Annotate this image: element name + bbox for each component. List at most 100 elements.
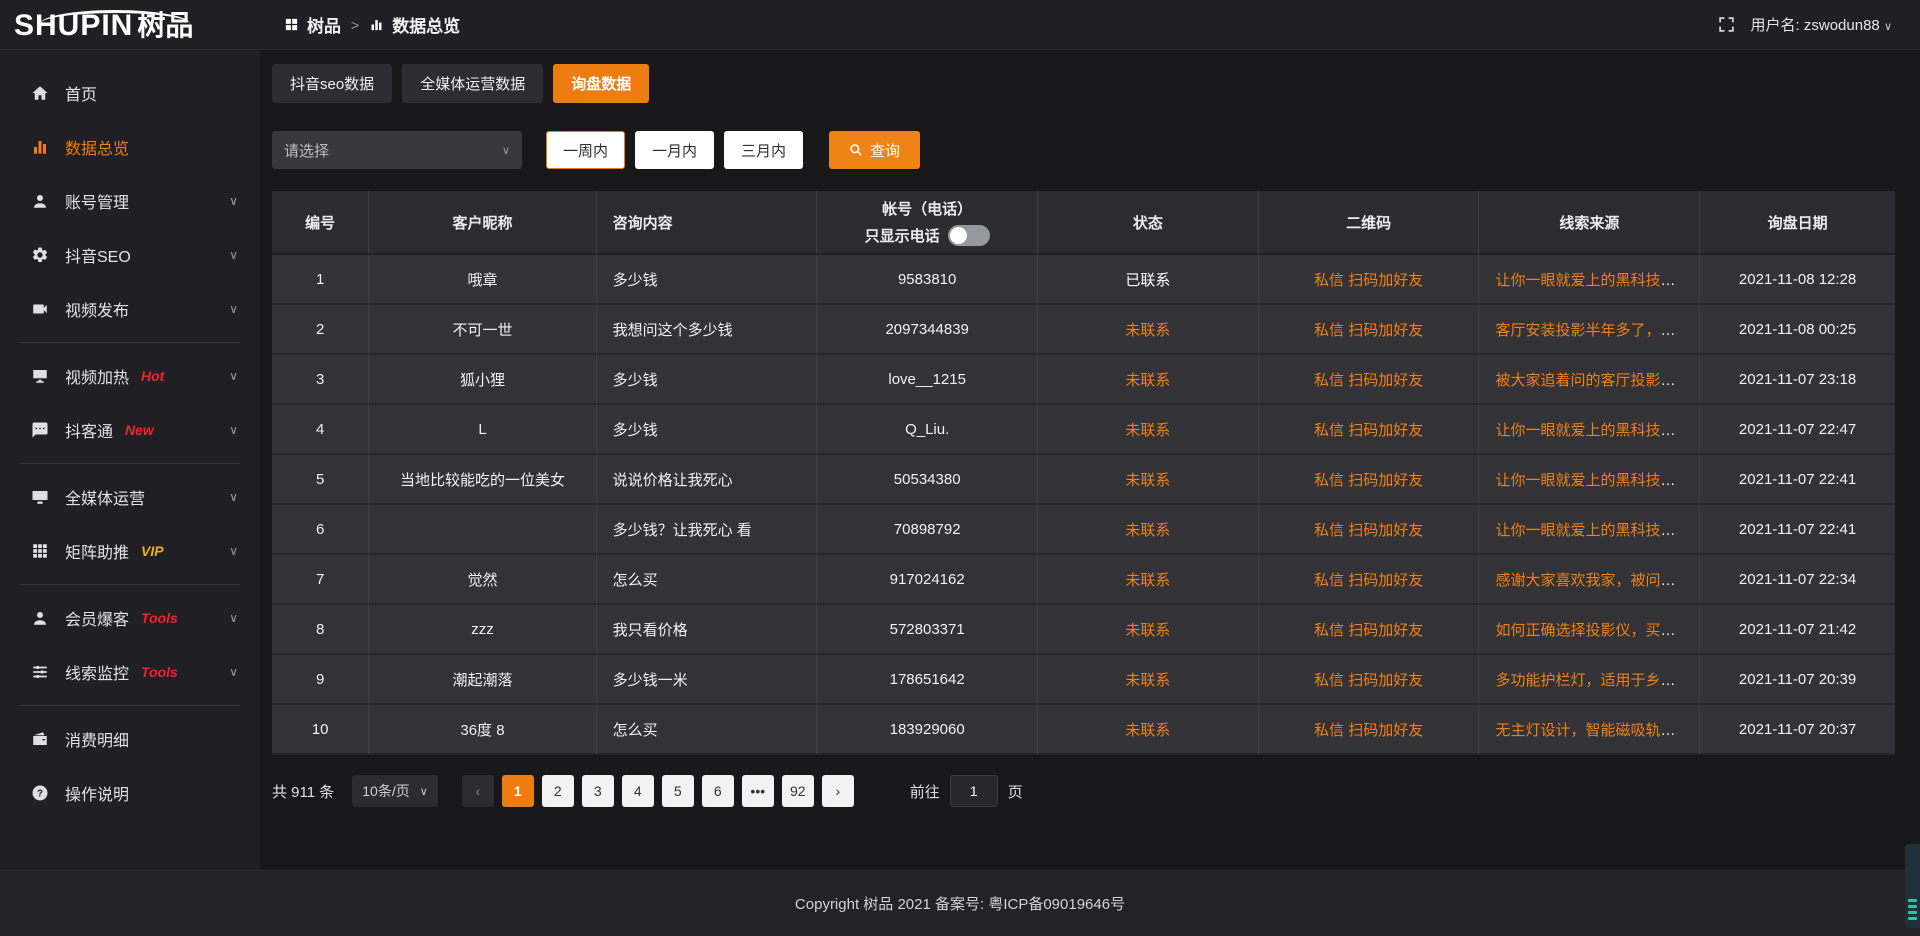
tab-douyin-seo-data[interactable]: 抖音seo数据 bbox=[272, 64, 392, 103]
page-button[interactable]: 5 bbox=[662, 775, 694, 807]
account-value: 183929060 bbox=[890, 721, 965, 738]
page-button[interactable]: ••• bbox=[742, 775, 774, 807]
page-button[interactable]: 92 bbox=[782, 775, 814, 807]
scan-add-friend-link[interactable]: 扫码加好友 bbox=[1348, 422, 1423, 439]
sidebar-item-video-heat[interactable]: 视频加热 Hot ∨ bbox=[0, 349, 260, 403]
chevron-down-icon: ∨ bbox=[229, 423, 238, 437]
search-button[interactable]: 查询 bbox=[829, 131, 920, 169]
range-button-quarter[interactable]: 三月内 bbox=[724, 131, 803, 169]
private-message-link[interactable]: 私信 bbox=[1314, 272, 1344, 289]
account-value: 178651642 bbox=[890, 671, 965, 688]
phone-only-toggle[interactable] bbox=[948, 225, 990, 246]
scan-add-friend-link[interactable]: 扫码加好友 bbox=[1348, 272, 1423, 289]
cell-id: 9 bbox=[272, 655, 369, 705]
scan-add-friend-link[interactable]: 扫码加好友 bbox=[1348, 522, 1423, 539]
floating-contact-widget[interactable] bbox=[1905, 844, 1920, 928]
customer-nickname: 当地比较能吃的一位美女 bbox=[400, 472, 565, 489]
row-id: 8 bbox=[316, 621, 324, 638]
sidebar-item-label: 消费明细 bbox=[65, 727, 129, 751]
username-label: 用户名: bbox=[1751, 17, 1800, 34]
breadcrumb-root[interactable]: 树品 bbox=[307, 12, 341, 37]
lead-source-link[interactable]: 多功能护栏灯，适用于乡村文... bbox=[1495, 672, 1700, 689]
lead-source-link[interactable]: 如何正确选择投影仪，买投影... bbox=[1495, 622, 1700, 639]
sidebar-item-instructions[interactable]: ? 操作说明 bbox=[0, 766, 260, 820]
sidebar-item-media-operation[interactable]: 全媒体运营 ∨ bbox=[0, 470, 260, 524]
lead-source-link[interactable]: 客厅安装投影半年多了，真实... bbox=[1495, 322, 1700, 339]
page-button[interactable]: 1 bbox=[502, 775, 534, 807]
sidebar-divider bbox=[20, 584, 240, 585]
lead-source-link[interactable]: 让你一眼就爱上的黑科技，能... bbox=[1495, 522, 1700, 539]
scan-add-friend-link[interactable]: 扫码加好友 bbox=[1348, 672, 1423, 689]
sidebar-item-label: 视频发布 bbox=[65, 297, 129, 321]
sidebar: 首页 数据总览 账号管理 ∨ 抖音SEO ∨ 视频发布 ∨ bbox=[0, 50, 260, 870]
sidebar-item-home[interactable]: 首页 bbox=[0, 66, 260, 120]
private-message-link[interactable]: 私信 bbox=[1314, 422, 1344, 439]
tab-inquiry-data[interactable]: 询盘数据 bbox=[553, 64, 649, 103]
cell-date: 2021-11-07 23:18 bbox=[1700, 355, 1895, 405]
row-id: 3 bbox=[316, 371, 324, 388]
page-button[interactable]: 2 bbox=[542, 775, 574, 807]
sidebar-item-doukertong[interactable]: 抖客通 New ∨ bbox=[0, 403, 260, 457]
sidebar-item-data-overview[interactable]: 数据总览 bbox=[0, 120, 260, 174]
customer-nickname: 哦章 bbox=[467, 272, 497, 289]
sidebar-item-member-burst[interactable]: 会员爆客 Tools ∨ bbox=[0, 591, 260, 645]
username-display[interactable]: 用户名: zswodun88 ∨ bbox=[1751, 14, 1892, 35]
header-status: 状态 bbox=[1038, 191, 1259, 255]
scan-add-friend-link[interactable]: 扫码加好友 bbox=[1348, 622, 1423, 639]
cell-date: 2021-11-07 20:39 bbox=[1700, 655, 1895, 705]
sidebar-item-spending-detail[interactable]: 消费明细 bbox=[0, 712, 260, 766]
private-message-link[interactable]: 私信 bbox=[1314, 522, 1344, 539]
sidebar-item-lead-monitor[interactable]: 线索监控 Tools ∨ bbox=[0, 645, 260, 699]
sidebar-item-video-publish[interactable]: 视频发布 ∨ bbox=[0, 282, 260, 336]
private-message-link[interactable]: 私信 bbox=[1314, 722, 1344, 739]
sidebar-item-account[interactable]: 账号管理 ∨ bbox=[0, 174, 260, 228]
cell-qrcode: 私信 扫码加好友 bbox=[1259, 555, 1480, 605]
private-message-link[interactable]: 私信 bbox=[1314, 372, 1344, 389]
private-message-link[interactable]: 私信 bbox=[1314, 322, 1344, 339]
page-button[interactable]: 4 bbox=[622, 775, 654, 807]
table-row: 3 狐小狸 多少钱 love__1215 未联系 私信 扫码加好友 被大家追着问… bbox=[272, 355, 1895, 405]
fullscreen-icon[interactable] bbox=[1718, 16, 1735, 33]
cell-source: 让你一眼就爱上的黑科技，能... bbox=[1479, 455, 1700, 505]
cell-nickname: 狐小狸 bbox=[369, 355, 596, 405]
table-row: 9 潮起潮落 多少钱一米 178651642 未联系 私信 扫码加好友 多功能护… bbox=[272, 655, 1895, 705]
scan-add-friend-link[interactable]: 扫码加好友 bbox=[1348, 722, 1423, 739]
main-content: 抖音seo数据 全媒体运营数据 询盘数据 请选择 ∨ 一周内 一月内 三月内 查… bbox=[260, 50, 1920, 870]
scan-add-friend-link[interactable]: 扫码加好友 bbox=[1348, 472, 1423, 489]
sidebar-item-matrix-boost[interactable]: 矩阵助推 VIP ∨ bbox=[0, 524, 260, 578]
scan-add-friend-link[interactable]: 扫码加好友 bbox=[1348, 572, 1423, 589]
top-bar: SHUPIN 树品 树品 > 数据总览 用户名: zswodun88 ∨ bbox=[0, 0, 1920, 50]
lead-source-link[interactable]: 感谢大家喜欢我家，被问了好... bbox=[1495, 572, 1700, 589]
private-message-link[interactable]: 私信 bbox=[1314, 572, 1344, 589]
page-button[interactable]: 6 bbox=[702, 775, 734, 807]
account-select[interactable]: 请选择 ∨ bbox=[272, 131, 522, 169]
cell-nickname: 不可一世 bbox=[369, 305, 596, 355]
range-button-week[interactable]: 一周内 bbox=[546, 131, 625, 169]
footer: Copyright 树品 2021 备案号: 粤ICP备09019646号 bbox=[0, 870, 1920, 936]
lead-source-link[interactable]: 让你一眼就爱上的黑科技，能... bbox=[1495, 422, 1700, 439]
sidebar-divider bbox=[20, 342, 240, 343]
scan-add-friend-link[interactable]: 扫码加好友 bbox=[1348, 322, 1423, 339]
cell-source: 让你一眼就爱上的黑科技，能... bbox=[1479, 405, 1700, 455]
private-message-link[interactable]: 私信 bbox=[1314, 672, 1344, 689]
tab-media-operation-data[interactable]: 全媒体运营数据 bbox=[402, 64, 543, 103]
lead-source-link[interactable]: 无主灯设计，智能磁吸轨道灯... bbox=[1495, 722, 1700, 739]
private-message-link[interactable]: 私信 bbox=[1314, 622, 1344, 639]
private-message-link[interactable]: 私信 bbox=[1314, 472, 1344, 489]
cell-status: 未联系 bbox=[1038, 705, 1259, 755]
middle-region: 首页 数据总览 账号管理 ∨ 抖音SEO ∨ 视频发布 ∨ bbox=[0, 50, 1920, 870]
page-button[interactable]: 3 bbox=[582, 775, 614, 807]
lead-source-link[interactable]: 被大家追着问的客厅投影分享... bbox=[1495, 372, 1700, 389]
range-button-month[interactable]: 一月内 bbox=[635, 131, 714, 169]
lead-source-link[interactable]: 让你一眼就爱上的黑科技，能... bbox=[1495, 272, 1700, 289]
prev-page-button[interactable]: ‹ bbox=[462, 775, 494, 807]
chevron-down-icon: ∨ bbox=[229, 369, 238, 383]
customer-nickname: zzz bbox=[471, 621, 494, 638]
chevron-down-icon: ∨ bbox=[229, 248, 238, 262]
goto-page-input[interactable] bbox=[950, 775, 998, 807]
sidebar-item-douyin-seo[interactable]: 抖音SEO ∨ bbox=[0, 228, 260, 282]
next-page-button[interactable]: › bbox=[822, 775, 854, 807]
scan-add-friend-link[interactable]: 扫码加好友 bbox=[1348, 372, 1423, 389]
lead-source-link[interactable]: 让你一眼就爱上的黑科技，能... bbox=[1495, 472, 1700, 489]
page-size-select[interactable]: 10条/页 ∨ bbox=[352, 775, 438, 807]
